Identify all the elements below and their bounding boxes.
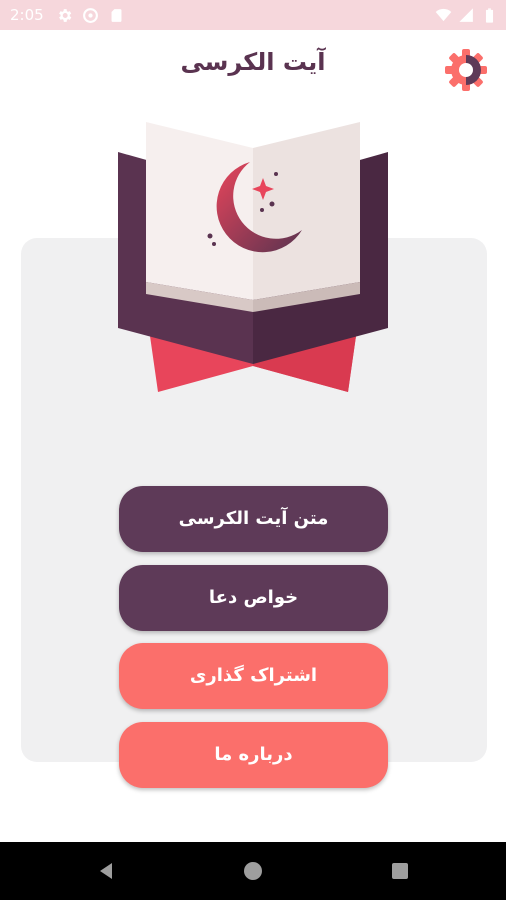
status-icons-left bbox=[56, 7, 125, 24]
navigation-bar bbox=[0, 842, 506, 900]
about-us-button[interactable]: درباره ما bbox=[119, 722, 388, 788]
ayat-text-button[interactable]: متن آیت الکرسی bbox=[119, 486, 388, 552]
settings-button[interactable] bbox=[442, 46, 490, 94]
sd-card-icon bbox=[111, 9, 122, 22]
signal-icon bbox=[459, 8, 473, 22]
vpn-key-icon bbox=[83, 8, 98, 23]
recents-icon[interactable] bbox=[390, 861, 410, 881]
wifi-icon bbox=[435, 8, 452, 22]
battery-icon bbox=[485, 8, 494, 23]
status-bar: 2:05 bbox=[0, 0, 506, 30]
page-title: آیت الکرسی bbox=[180, 48, 326, 76]
status-time: 2:05 bbox=[10, 6, 44, 24]
app-bar: آیت الکرسی bbox=[0, 30, 506, 104]
gear-icon bbox=[59, 9, 72, 22]
dua-properties-button[interactable]: خواص دعا bbox=[119, 565, 388, 631]
book-moon-illustration bbox=[118, 122, 388, 392]
gear-icon bbox=[445, 49, 487, 91]
share-button[interactable]: اشتراک گذاری bbox=[119, 643, 388, 709]
back-icon[interactable] bbox=[96, 861, 116, 881]
status-icons-right bbox=[435, 7, 498, 24]
home-icon[interactable] bbox=[243, 861, 263, 881]
